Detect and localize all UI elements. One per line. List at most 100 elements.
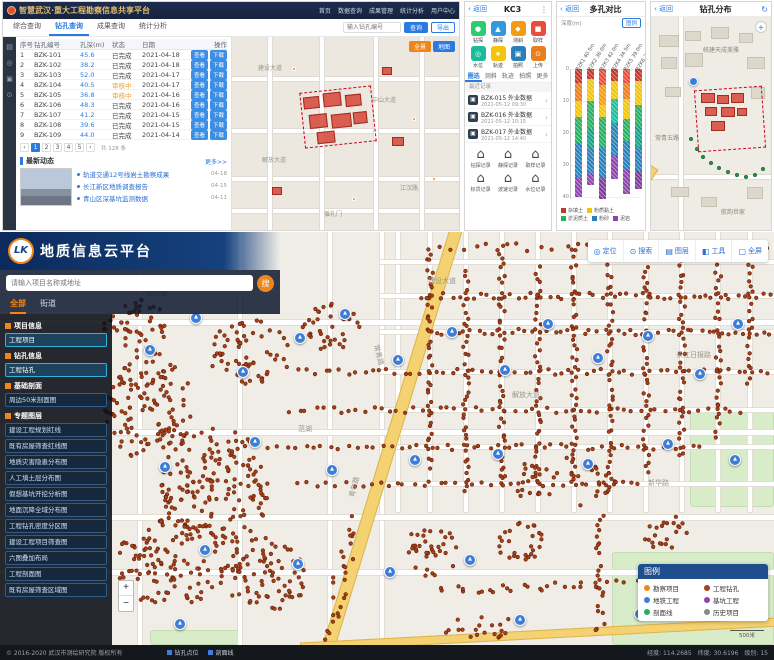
map-mode-toggle[interactable]: 全景: [409, 41, 431, 52]
page-button[interactable]: 1: [31, 143, 40, 152]
row-action-button[interactable]: 下载: [210, 80, 227, 90]
sidebar-layer-item[interactable]: 建设工程项目筛查图: [5, 535, 107, 549]
table-row[interactable]: 2BZK-10238.2已完成2021-04-18查看下载: [20, 60, 227, 70]
filter-tab[interactable]: 街道: [40, 296, 56, 314]
borehole-cluster-marker[interactable]: ▲: [732, 318, 744, 330]
sidebar-layer-item[interactable]: 地质灾害隐患分布图: [5, 455, 107, 469]
status-toggle[interactable]: 钻孔点位: [167, 648, 198, 657]
nav-tab[interactable]: 统计分析: [133, 19, 173, 36]
row-action-button[interactable]: 下载: [210, 130, 227, 140]
sidebar-section-header[interactable]: 钻孔信息: [5, 351, 107, 361]
table-row[interactable]: 3BZK-10352.0已完成2021-04-17查看下载: [20, 70, 227, 80]
row-action-button[interactable]: 下载: [210, 70, 227, 80]
row-action-button[interactable]: 下载: [210, 100, 227, 110]
filter-tab[interactable]: 全部: [10, 296, 26, 314]
borehole-cluster-marker[interactable]: ▲: [514, 614, 526, 626]
recent-link[interactable]: 青山区深基坑监测数据04-11: [77, 192, 227, 204]
record-type-button[interactable]: ⌂静探记录: [494, 148, 521, 169]
mini-map[interactable]: 建设大道中山大道解放大道江汉路循礼门 全景地图: [231, 37, 459, 230]
map-search-input[interactable]: [6, 275, 253, 291]
map-tool-layers[interactable]: ▤图层: [659, 240, 696, 262]
borehole-cluster-marker[interactable]: ▲: [144, 344, 156, 356]
sidebar-section-header[interactable]: 专题图层: [5, 411, 107, 421]
legend-button[interactable]: 图例: [622, 18, 641, 28]
map-tool-tools[interactable]: ◧工具: [696, 240, 733, 262]
borehole-cluster-marker[interactable]: ▲: [326, 464, 338, 476]
record-type-button[interactable]: ⌂取样记录: [522, 148, 549, 169]
record-list-item[interactable]: ▣BZK-016 外业数据2021-05-12 10:15›: [465, 109, 551, 126]
borehole-cluster-marker[interactable]: ▲: [446, 326, 458, 338]
map-tool-search[interactable]: ⊙搜索: [624, 240, 660, 262]
borehole-column[interactable]: [635, 69, 642, 189]
drilling-app-button[interactable]: ●钻探: [469, 21, 487, 44]
sidebar-layer-item[interactable]: 工程钻孔密度分区图: [5, 519, 107, 533]
photo-app-button[interactable]: ▣拍照: [509, 46, 527, 69]
search-button[interactable]: 搜: [257, 275, 274, 292]
borehole-column[interactable]: [611, 69, 618, 179]
borehole-cluster-marker[interactable]: ▲: [642, 330, 654, 342]
borehole-cluster-marker[interactable]: ▲: [492, 448, 504, 460]
row-action-button[interactable]: 查看: [191, 70, 208, 80]
page-button[interactable]: 3: [53, 143, 62, 152]
borehole-column[interactable]: [599, 69, 606, 199]
borehole-cluster-marker[interactable]: ▲: [174, 618, 186, 630]
more-link[interactable]: 更多>>: [205, 157, 227, 166]
row-action-button[interactable]: 查看: [191, 100, 208, 110]
refresh-icon[interactable]: ↻: [758, 5, 768, 14]
upload-app-button[interactable]: ⊙上传: [529, 46, 547, 69]
borehole-cluster-marker[interactable]: ▲: [582, 458, 594, 470]
row-action-button[interactable]: 查看: [191, 90, 208, 100]
query-button[interactable]: 查询: [404, 22, 428, 33]
borehole-marker[interactable]: [689, 77, 698, 86]
menu-dots-icon[interactable]: ⋮: [538, 5, 548, 14]
row-action-button[interactable]: 查看: [191, 60, 208, 70]
borehole-cluster-marker[interactable]: ▲: [294, 332, 306, 344]
borehole-column[interactable]: [587, 69, 594, 185]
borehole-column[interactable]: [623, 69, 630, 194]
menu-icon[interactable]: ▤: [6, 43, 13, 51]
borehole-cluster-marker[interactable]: ▲: [662, 438, 674, 450]
borehole-cluster-marker[interactable]: ▲: [339, 308, 351, 320]
track-app-button[interactable]: ★轨迹: [489, 46, 507, 69]
segment-tab[interactable]: 更多: [534, 71, 551, 82]
export-button[interactable]: 导出: [431, 22, 455, 33]
sidebar-layer-item[interactable]: 周边50米剖面图: [5, 393, 107, 407]
borehole-cluster-marker[interactable]: ▲: [199, 544, 211, 556]
back-button[interactable]: ‹ 返回: [654, 4, 673, 14]
sampling-app-button[interactable]: ■取样: [529, 21, 547, 44]
segment-tab[interactable]: 轨迹: [499, 71, 516, 82]
row-action-button[interactable]: 下载: [210, 120, 227, 130]
row-action-button[interactable]: 下载: [210, 110, 227, 120]
borehole-cluster-marker[interactable]: ▲: [159, 461, 171, 473]
borehole-cluster-marker[interactable]: ▲: [392, 354, 404, 366]
map-tool-locate[interactable]: ◎定位: [588, 240, 624, 262]
row-action-button[interactable]: 查看: [191, 50, 208, 60]
table-row[interactable]: 6BZK-10648.3已完成2021-04-16查看下载: [20, 100, 227, 110]
row-action-button[interactable]: 查看: [191, 120, 208, 130]
page-button[interactable]: ‹: [20, 143, 29, 152]
segment-tab[interactable]: 拍照: [517, 71, 534, 82]
borehole-cluster-marker[interactable]: ▲: [384, 566, 396, 578]
header-menu-item[interactable]: 成果管理: [369, 6, 393, 15]
sidebar-layer-item[interactable]: 既有房屋筛查红线图: [5, 439, 107, 453]
sidebar-layer-item[interactable]: 人工填土层分布图: [5, 471, 107, 485]
borehole-cluster-marker[interactable]: ▲: [694, 368, 706, 380]
row-action-button[interactable]: 下载: [210, 60, 227, 70]
row-action-button[interactable]: 查看: [191, 110, 208, 120]
page-button[interactable]: ›: [86, 143, 95, 152]
sidebar-layer-item[interactable]: 建设工程规划红线: [5, 423, 107, 437]
nav-tab[interactable]: 综合查询: [7, 19, 47, 36]
recent-link[interactable]: 长江新区地质调查报告04-15: [77, 180, 227, 192]
waterlevel-app-button[interactable]: ◎水位: [469, 46, 487, 69]
record-type-button[interactable]: ⌂波速记录: [494, 172, 521, 193]
sidebar-section-header[interactable]: 基础剖面: [5, 381, 107, 391]
target-icon[interactable]: ⊙: [7, 91, 13, 99]
news-thumbnail[interactable]: [20, 168, 72, 206]
segment-tab[interactable]: 圈选: [465, 71, 482, 82]
recent-link[interactable]: 轨道交通12号线岩土勘察成果04-18: [77, 168, 227, 180]
layers-icon[interactable]: ▣: [6, 75, 13, 83]
borehole-cluster-marker[interactable]: ▲: [499, 364, 511, 376]
page-button[interactable]: 5: [75, 143, 84, 152]
record-type-button[interactable]: ⌂钻探记录: [467, 148, 494, 169]
borehole-column[interactable]: [575, 69, 582, 197]
